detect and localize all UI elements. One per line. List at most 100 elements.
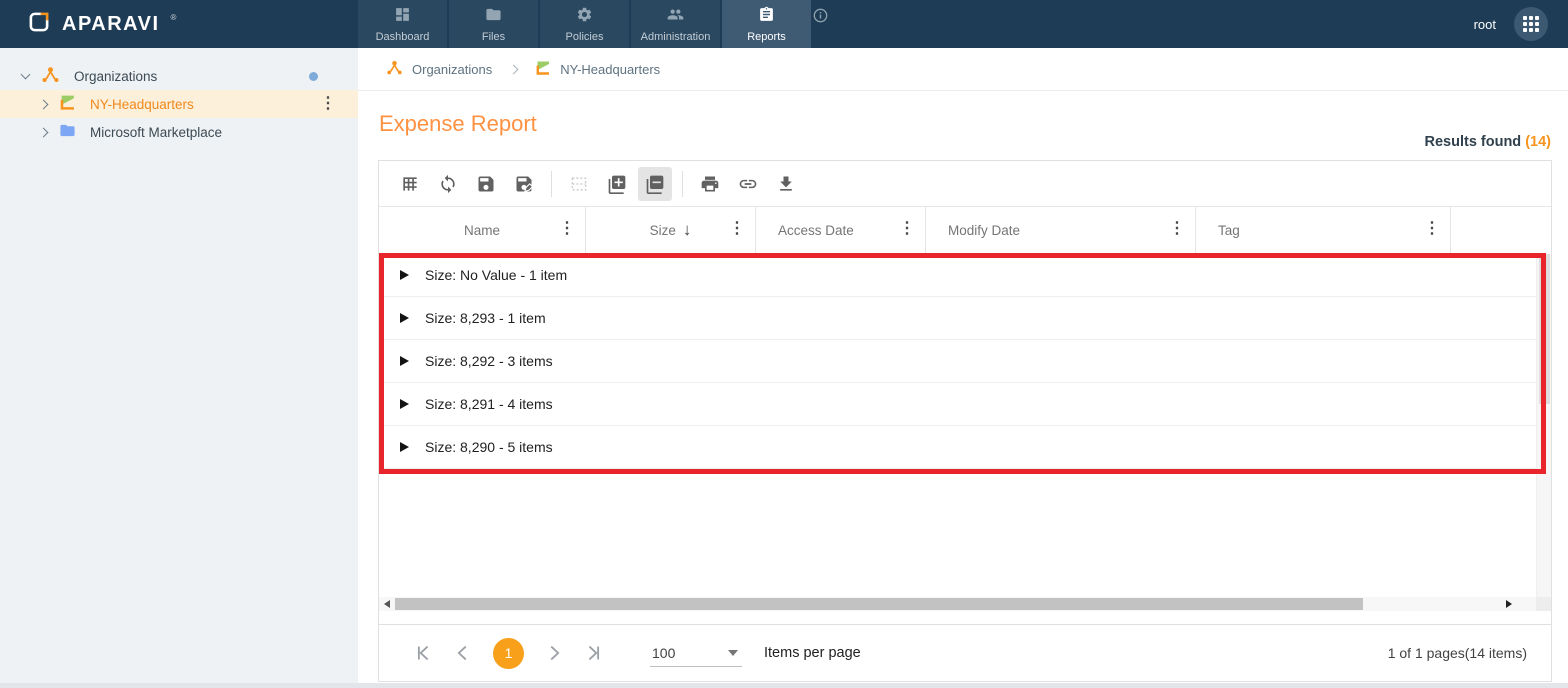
tab-policies-label: Policies [565, 30, 604, 43]
top-nav-bar: APARAVI ® Dashboard Files Policies Admin… [0, 0, 1568, 48]
user-name[interactable]: root [1474, 17, 1496, 32]
brand-name: APARAVI [62, 12, 160, 35]
folder-blue-icon [59, 122, 76, 142]
current-page-button[interactable]: 1 [493, 637, 524, 669]
folder-icon [485, 6, 502, 28]
link-icon[interactable] [731, 167, 765, 201]
horizontal-scrollbar[interactable] [379, 597, 1536, 611]
column-header-tag[interactable]: Tag ⋮ [1196, 207, 1451, 253]
sidebar-item-label: NY-Headquarters [90, 96, 194, 112]
people-icon [666, 6, 685, 28]
column-header-empty [1451, 207, 1536, 253]
items-per-page-label: Items per page [764, 645, 861, 661]
tab-dashboard[interactable]: Dashboard [358, 0, 447, 48]
vertical-scrollbar-thumb[interactable] [1539, 254, 1550, 404]
tab-policies[interactable]: Policies [540, 0, 629, 48]
items-per-page-select[interactable]: 100 [650, 639, 742, 667]
chevron-down-icon[interactable] [20, 69, 31, 80]
tab-files-label: Files [481, 30, 506, 43]
split-view-icon[interactable] [562, 167, 596, 201]
group-row-label: Size: 8,291 - 4 items [425, 396, 553, 412]
aparavi-logo-icon [26, 9, 52, 40]
chevron-right-icon[interactable] [38, 127, 49, 137]
print-icon[interactable] [693, 167, 727, 201]
group-row-label: Size: No Value - 1 item [425, 267, 568, 283]
chevron-right-icon[interactable] [38, 99, 49, 109]
column-label: Access Date [778, 222, 854, 238]
column-header-size[interactable]: Size ↓ ⋮ [586, 207, 756, 253]
grid-apps-icon [1523, 16, 1539, 32]
info-icon[interactable] [813, 8, 828, 28]
group-row[interactable]: Size: 8,290 - 5 items [379, 426, 1536, 469]
save-edit-icon[interactable] [507, 167, 541, 201]
column-header-access-date[interactable]: Access Date ⋮ [756, 207, 926, 253]
item-menu-icon[interactable]: ⋮ [320, 96, 336, 112]
breadcrumb-ny-headquarters[interactable]: NY-Headquarters [535, 60, 660, 79]
expand-triangle-icon[interactable] [400, 356, 409, 366]
refresh-icon[interactable] [431, 167, 465, 201]
horizontal-scrollbar-thumb[interactable] [395, 598, 1363, 610]
aparavi-app: APARAVI ® Dashboard Files Policies Admin… [0, 0, 1568, 688]
expand-triangle-icon[interactable] [400, 442, 409, 452]
sidebar-item-microsoft-marketplace[interactable]: Microsoft Marketplace [0, 118, 358, 146]
group-row[interactable]: Size: 8,293 - 1 item [379, 297, 1536, 340]
aggregator-flag-icon [535, 60, 551, 79]
grid-header: Name ⋮ Size ↓ ⋮ Access Date ⋮ Modify Dat… [379, 207, 1536, 254]
breadcrumb-organizations[interactable]: Organizations [386, 59, 492, 79]
expand-all-icon[interactable] [600, 167, 634, 201]
chevron-right-icon [508, 64, 519, 74]
sidebar-item-ny-headquarters[interactable]: NY-Headquarters ⋮ [0, 90, 358, 118]
sidebar-item-organizations[interactable]: Organizations [0, 62, 358, 90]
org-node-icon [41, 65, 60, 87]
column-header-modify-date[interactable]: Modify Date ⋮ [926, 207, 1196, 253]
column-menu-icon[interactable]: ⋮ [729, 221, 745, 237]
vertical-scrollbar[interactable] [1536, 254, 1551, 611]
breadcrumb: Organizations NY-Headquarters [358, 48, 1568, 91]
page-summary: 1 of 1 pages(14 items) [1387, 645, 1527, 661]
breadcrumb-label: Organizations [412, 61, 493, 77]
results-found-label: Results found [1424, 134, 1522, 150]
column-menu-icon[interactable]: ⋮ [899, 221, 915, 237]
column-header-name[interactable]: Name ⋮ [379, 207, 586, 253]
table-view-icon[interactable] [393, 167, 427, 201]
tab-files[interactable]: Files [449, 0, 538, 48]
expand-triangle-icon[interactable] [400, 313, 409, 323]
results-found: Results found (14) [1425, 134, 1552, 150]
tab-administration-label: Administration [640, 30, 711, 43]
pagination-bar: 1 100 Items per page 1 of 1 pages(14 ite… [379, 624, 1551, 681]
clipboard-icon [758, 6, 775, 28]
scroll-right-arrow-icon[interactable] [1506, 600, 1512, 608]
sidebar-tree: Organizations NY-Headquarters ⋮ Microsof… [0, 48, 358, 683]
items-per-page-value: 100 [652, 644, 676, 661]
last-page-button[interactable] [574, 633, 614, 673]
scroll-left-arrow-icon[interactable] [384, 600, 390, 608]
column-menu-icon[interactable]: ⋮ [559, 221, 575, 237]
column-menu-icon[interactable]: ⋮ [1169, 221, 1185, 237]
toolbar-separator [682, 170, 683, 197]
previous-page-button[interactable] [443, 633, 483, 673]
window-bottom-strip [0, 683, 1568, 688]
group-row[interactable]: Size: 8,292 - 3 items [379, 340, 1536, 383]
aparavi-logo[interactable]: APARAVI ® [0, 9, 332, 40]
main-content: Organizations NY-Headquarters Expense Re… [358, 48, 1568, 683]
column-menu-icon[interactable]: ⋮ [1424, 221, 1440, 237]
tab-administration[interactable]: Administration [631, 0, 720, 48]
sort-desc-icon[interactable]: ↓ [683, 220, 692, 240]
group-row[interactable]: Size: 8,291 - 4 items [379, 383, 1536, 426]
next-page-button[interactable] [534, 633, 574, 673]
download-icon[interactable] [769, 167, 803, 201]
breadcrumb-label: NY-Headquarters [560, 61, 661, 77]
first-page-button[interactable] [403, 633, 443, 673]
column-label: Tag [1218, 222, 1240, 238]
apps-menu-button[interactable] [1514, 7, 1548, 41]
dashboard-icon [394, 6, 411, 28]
save-icon[interactable] [469, 167, 503, 201]
status-dot [309, 71, 318, 81]
tab-reports[interactable]: Reports [722, 0, 811, 48]
page-title: Expense Report [379, 111, 537, 136]
expand-triangle-icon[interactable] [400, 399, 409, 409]
group-row[interactable]: Size: No Value - 1 item [379, 254, 1536, 297]
sidebar-item-label: Microsoft Marketplace [90, 124, 223, 140]
collapse-all-icon[interactable] [638, 166, 672, 201]
expand-triangle-icon[interactable] [400, 270, 409, 280]
